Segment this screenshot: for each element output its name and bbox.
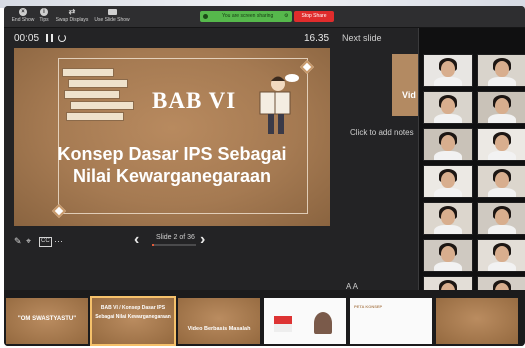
participant-body: [434, 114, 462, 123]
participant-body: [488, 114, 516, 123]
slide-progress-bar: [152, 244, 196, 246]
participant-video-tile[interactable]: [477, 239, 525, 272]
filmstrip-slide-5-title: PETA KONSEP: [354, 304, 383, 309]
participant-face: [495, 246, 509, 262]
participant-face: [441, 172, 455, 188]
participant-body: [434, 151, 462, 160]
presenter-window: × End Show i Tips ⇄ Swap Displays Use Sl…: [4, 6, 525, 346]
swap-displays-button[interactable]: ⇄ Swap Displays: [54, 8, 90, 26]
share-menu-icon[interactable]: ⚙: [284, 11, 290, 22]
swap-icon: ⇄: [68, 7, 76, 16]
filmstrip-slide-3[interactable]: Video Berbasis Masalah: [178, 298, 260, 344]
slide-position: Slide 2 of 36: [156, 234, 195, 241]
notes-area[interactable]: Click to add notes: [350, 128, 414, 137]
slide-4-flag-image: [274, 316, 292, 332]
participant-body: [488, 225, 516, 234]
filmstrip-slide-2[interactable]: BAB VI / Konsep Dasar IPS Sebagai Nilai …: [90, 296, 176, 346]
next-slide-preview-text: Vid: [402, 90, 416, 100]
participant-face: [495, 209, 509, 225]
participant-body: [434, 262, 462, 271]
participant-body: [434, 225, 462, 234]
close-icon: ×: [19, 8, 27, 16]
pen-tool-icon[interactable]: ✎: [14, 236, 22, 246]
share-status-icon: [203, 14, 208, 19]
more-options-icon[interactable]: ⋯: [54, 236, 63, 246]
participant-face: [441, 209, 455, 225]
participant-body: [434, 77, 462, 86]
swap-displays-label: Swap Displays: [55, 17, 89, 23]
current-time: 16.35: [304, 33, 330, 44]
pause-icon[interactable]: [46, 34, 53, 42]
filmstrip-slide-5[interactable]: PETA KONSEP: [350, 298, 432, 344]
participant-video-tile[interactable]: [477, 165, 525, 198]
previous-slide-icon[interactable]: ‹: [134, 232, 139, 248]
participant-video-tile[interactable]: [477, 54, 525, 87]
participant-face: [495, 135, 509, 151]
participant-face: [495, 172, 509, 188]
info-icon: i: [40, 8, 48, 16]
filmstrip-slide-1[interactable]: "OM SWASTYASTU": [6, 298, 88, 344]
next-slide-label: Next slide: [342, 33, 382, 43]
participant-body: [488, 262, 516, 271]
stop-share-label: Stop Share: [301, 13, 327, 19]
filmstrip-slide-2-title: BAB VI / Konsep Dasar IPS Sebagai Nilai …: [95, 305, 171, 320]
captions-icon[interactable]: CC: [39, 237, 52, 247]
participant-face: [441, 61, 455, 77]
books-illustration: [62, 66, 140, 124]
participant-body: [434, 188, 462, 197]
presenter-toolbar: × End Show i Tips ⇄ Swap Displays Use Sl…: [4, 6, 525, 28]
participant-face: [441, 135, 455, 151]
participant-face: [495, 98, 509, 114]
participant-face: [441, 246, 455, 262]
screen-sharing-indicator[interactable]: You are screen sharing ⚙: [200, 11, 292, 22]
slide-filmstrip: "OM SWASTYASTU" BAB VI / Konsep Dasar IP…: [4, 290, 525, 346]
filmstrip-slide-6[interactable]: [436, 298, 518, 344]
participant-video-tile[interactable]: [423, 91, 473, 124]
filmstrip-slide-3-title: Video Berbasis Masalah: [187, 326, 251, 332]
display-icon: [107, 9, 117, 15]
stop-share-button[interactable]: Stop Share: [294, 11, 334, 22]
participant-video-tile[interactable]: [423, 202, 473, 235]
participant-face: [441, 98, 455, 114]
participant-video-tile[interactable]: [477, 128, 525, 161]
participant-video-tile[interactable]: [423, 165, 473, 198]
slide-4-person-image: [314, 312, 332, 334]
participant-video-tile[interactable]: [423, 128, 473, 161]
current-slide[interactable]: BAB VI Konsep Dasar IPS Sebagai Nilai Ke…: [14, 48, 330, 226]
slide-title-line2: Nilai Kewarganegaraan: [72, 166, 272, 186]
participant-body: [488, 188, 516, 197]
elapsed-timer: 00:05: [14, 33, 40, 44]
participant-body: [488, 77, 516, 86]
reading-person-illustration: [259, 74, 299, 134]
filmstrip-slide-1-title: "OM SWASTYASTU": [17, 316, 77, 322]
reset-timer-icon[interactable]: [58, 34, 66, 42]
participant-video-tile[interactable]: [423, 54, 473, 87]
use-slide-show-label: Use Slide Show: [94, 17, 130, 23]
next-slide-icon[interactable]: ›: [200, 232, 205, 248]
video-gallery[interactable]: [418, 28, 525, 346]
use-slide-show-button[interactable]: Use Slide Show: [92, 8, 132, 26]
participant-body: [488, 151, 516, 160]
participant-video-tile[interactable]: [477, 91, 525, 124]
slide-title-line1: Konsep Dasar IPS Sebagai: [57, 144, 287, 164]
slide-progress-fill: [152, 244, 155, 246]
filmstrip-slide-4[interactable]: [264, 298, 346, 344]
sharing-status-text: You are screen sharing: [222, 13, 274, 19]
participant-face: [495, 61, 509, 77]
slide-heading: BAB VI: [152, 88, 237, 113]
participant-video-tile[interactable]: [477, 202, 525, 235]
participant-video-tile[interactable]: [423, 239, 473, 272]
laser-pointer-icon[interactable]: ⌖: [26, 236, 31, 246]
